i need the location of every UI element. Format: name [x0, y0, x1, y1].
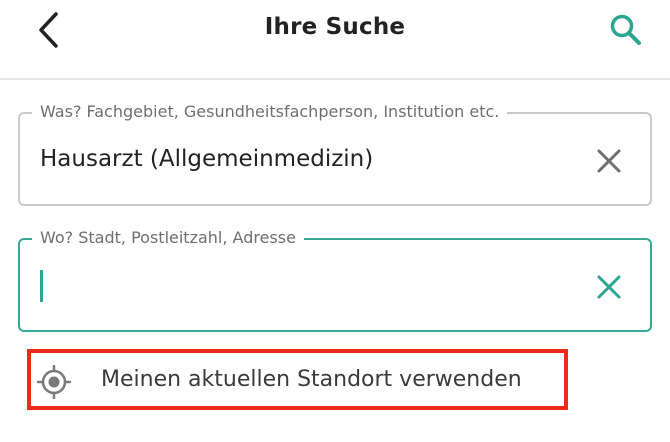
- close-icon: [597, 149, 621, 173]
- crosshair-location-icon: [37, 365, 71, 399]
- what-field[interactable]: Was? Fachgebiet, Gesundheitsfachperson, …: [18, 102, 652, 206]
- what-field-label: Was? Fachgebiet, Gesundheitsfachperson, …: [32, 102, 508, 122]
- app-header: Ihre Suche: [0, 0, 670, 80]
- what-clear-button[interactable]: [592, 144, 626, 178]
- what-field-value[interactable]: Hausarzt (Allgemeinmedizin): [40, 146, 373, 172]
- where-field-label: Wo? Stadt, Postleitzahl, Adresse: [32, 228, 304, 248]
- use-current-location-label: Meinen aktuellen Standort verwenden: [101, 367, 522, 392]
- search-button[interactable]: [604, 8, 648, 52]
- text-cursor: [40, 270, 43, 302]
- page-title: Ihre Suche: [264, 14, 406, 40]
- where-field[interactable]: Wo? Stadt, Postleitzahl, Adresse: [18, 228, 652, 332]
- search-icon: [610, 14, 641, 45]
- where-clear-button[interactable]: [592, 270, 626, 304]
- use-current-location-button[interactable]: Meinen aktuellen Standort verwenden: [27, 349, 568, 410]
- close-icon: [597, 275, 621, 299]
